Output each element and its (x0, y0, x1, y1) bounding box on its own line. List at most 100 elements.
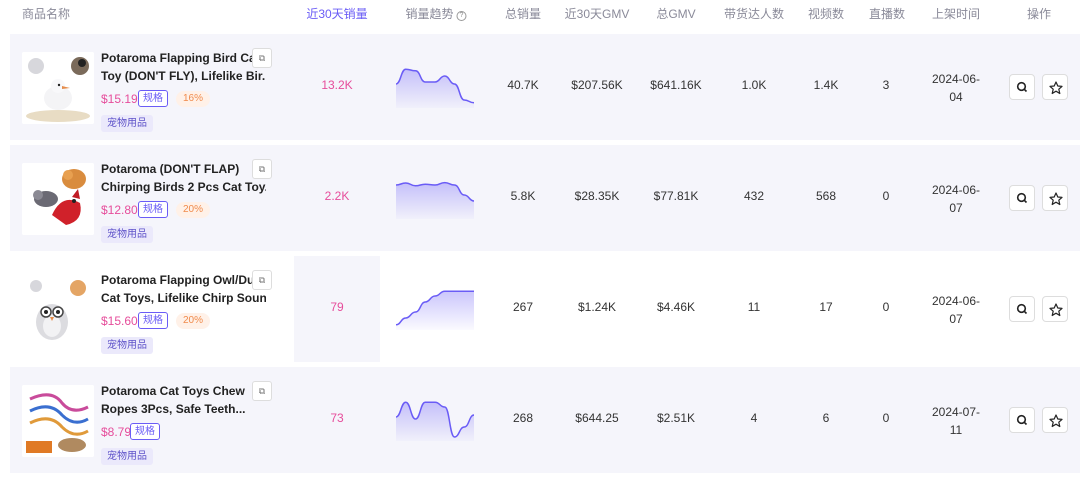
table-row[interactable]: Potaroma Cat Toys Chew Ropes 3Pcs, Safe … (10, 367, 1080, 473)
search-button[interactable] (1009, 74, 1035, 100)
table-row[interactable]: Potaroma (DON'T FLAP) Chirping Birds 2 P… (10, 145, 1080, 251)
header-videos[interactable]: 视频数 (808, 5, 844, 22)
header-lives[interactable]: 直播数 (869, 5, 905, 22)
header-product-name: 商品名称 (22, 7, 71, 21)
product-name-line2: Chirping Birds 2 Pcs Cat Toy... (101, 180, 266, 194)
product-name-line2: Ropes 3Pcs, Safe Teeth... (101, 402, 246, 416)
star-icon (1049, 303, 1063, 317)
category-tag: 宠物用品 (101, 448, 153, 465)
copy-icon[interactable]: ⧉ (252, 381, 272, 401)
copy-icon[interactable]: ⧉ (252, 48, 272, 68)
sales-trend-sparkline (396, 401, 474, 441)
videos-value: 1.4K (813, 78, 839, 92)
total-sales-value: 40.7K (507, 78, 539, 92)
spec-button[interactable]: 规格 (130, 423, 160, 440)
gmv-30d-value: $644.25 (575, 411, 619, 425)
sales-30d-value: 73 (330, 411, 344, 425)
total-sales-value: 5.8K (510, 189, 536, 203)
header-influencers[interactable]: 带货达人数 (724, 5, 784, 22)
spec-button[interactable]: 规格 (138, 90, 168, 107)
search-button[interactable] (1009, 407, 1035, 433)
header-listed-time[interactable]: 上架时间 (932, 5, 980, 22)
sales-30d-value: 79 (330, 300, 344, 314)
gmv-30d-value: $207.56K (571, 78, 623, 92)
birds-toy-image (22, 163, 94, 235)
header-actions: 操作 (1026, 7, 1052, 21)
table-header: 商品名称 近30天销量 销量趋势? 总销量 近30天GMV 总GMV 带货达人数… (0, 0, 1080, 30)
category-tag: 宠物用品 (101, 115, 153, 132)
owl-toy-image (22, 274, 94, 346)
listed-date-line1: 2024-07- (931, 405, 981, 419)
header-sales-30d[interactable]: 近30天销量 (306, 5, 367, 22)
listed-date-line1: 2024-06- (931, 294, 981, 308)
product-name[interactable]: Potaroma Flapping Owl/Duck Cat Toys, Lif… (101, 271, 266, 307)
header-total-gmv[interactable]: 总GMV (656, 5, 695, 22)
product-price: $12.80 (101, 203, 138, 217)
favorite-button[interactable] (1042, 407, 1068, 433)
lives-value: 0 (882, 411, 890, 425)
total-sales-value: 267 (512, 300, 534, 314)
listed-date-line2: 04 (949, 90, 963, 104)
favorite-button[interactable] (1042, 74, 1068, 100)
product-price: $8.79 (101, 425, 132, 439)
category-tag: 宠物用品 (101, 337, 153, 354)
influencers-value: 1.0K (741, 78, 767, 92)
lives-value: 3 (882, 78, 890, 92)
sales-30d-value: 2.2K (324, 189, 350, 203)
table-row[interactable]: Potaroma Flapping Bird Cat Toy (DON'T FL… (10, 34, 1080, 140)
table-row[interactable]: Potaroma Flapping Owl/Duck Cat Toys, Lif… (10, 256, 1080, 362)
discount-badge: 16% (176, 91, 211, 107)
lives-value: 0 (882, 189, 890, 203)
product-name[interactable]: Potaroma (DON'T FLAP) Chirping Birds 2 P… (101, 160, 266, 196)
product-image[interactable] (22, 385, 94, 457)
listed-date: 2024-06- 07 (926, 181, 986, 217)
gmv-30d-value: $28.35K (574, 189, 620, 203)
search-button[interactable] (1009, 296, 1035, 322)
product-image[interactable] (22, 52, 94, 124)
product-name-line2: Toy (DON'T FLY), Lifelike Bir... (101, 69, 266, 83)
search-icon (1016, 81, 1028, 93)
header-sales-trend: 销量趋势? (405, 5, 467, 22)
header-gmv-30d[interactable]: 近30天GMV (565, 5, 630, 22)
product-image[interactable] (22, 274, 94, 346)
total-gmv-value: $4.46K (656, 300, 696, 314)
favorite-button[interactable] (1042, 296, 1068, 322)
listed-date-line2: 11 (949, 423, 963, 437)
lives-value: 0 (882, 300, 890, 314)
listed-date-line1: 2024-06- (931, 72, 981, 86)
sparkline-area (396, 291, 474, 330)
influencers-value: 432 (743, 189, 765, 203)
help-icon[interactable]: ? (456, 11, 467, 21)
listed-date: 2024-07- 11 (926, 403, 986, 439)
search-button[interactable] (1009, 185, 1035, 211)
copy-icon[interactable]: ⧉ (252, 270, 272, 290)
gmv-30d-value: $1.24K (577, 300, 617, 314)
videos-value: 17 (819, 300, 833, 314)
discount-badge: 20% (176, 313, 211, 329)
star-icon (1049, 414, 1063, 428)
header-total-sales[interactable]: 总销量 (505, 5, 541, 22)
product-name[interactable]: Potaroma Flapping Bird Cat Toy (DON'T FL… (101, 49, 266, 85)
header-sales-trend-label: 销量趋势 (405, 7, 454, 21)
favorite-button[interactable] (1042, 185, 1068, 211)
product-image[interactable] (22, 163, 94, 235)
total-sales-value: 268 (512, 411, 534, 425)
sales-30d-value: 13.2K (321, 78, 353, 92)
sales-trend-sparkline (396, 68, 474, 108)
product-price: $15.19 (101, 92, 138, 106)
copy-icon[interactable]: ⧉ (252, 159, 272, 179)
product-name-line1: Potaroma Flapping Bird Cat (101, 51, 260, 65)
product-name[interactable]: Potaroma Cat Toys Chew Ropes 3Pcs, Safe … (101, 382, 266, 418)
total-gmv-value: $2.51K (656, 411, 696, 425)
search-icon (1016, 192, 1028, 204)
spec-button[interactable]: 规格 (138, 312, 168, 329)
videos-value: 6 (822, 411, 830, 425)
sparkline-area (396, 182, 474, 219)
bird-toy-image (22, 52, 94, 124)
influencers-value: 4 (750, 411, 758, 425)
search-icon (1016, 303, 1028, 315)
chew-ropes-image (22, 385, 94, 457)
sales-trend-sparkline (396, 290, 474, 330)
listed-date-line1: 2024-06- (931, 183, 981, 197)
spec-button[interactable]: 规格 (138, 201, 168, 218)
